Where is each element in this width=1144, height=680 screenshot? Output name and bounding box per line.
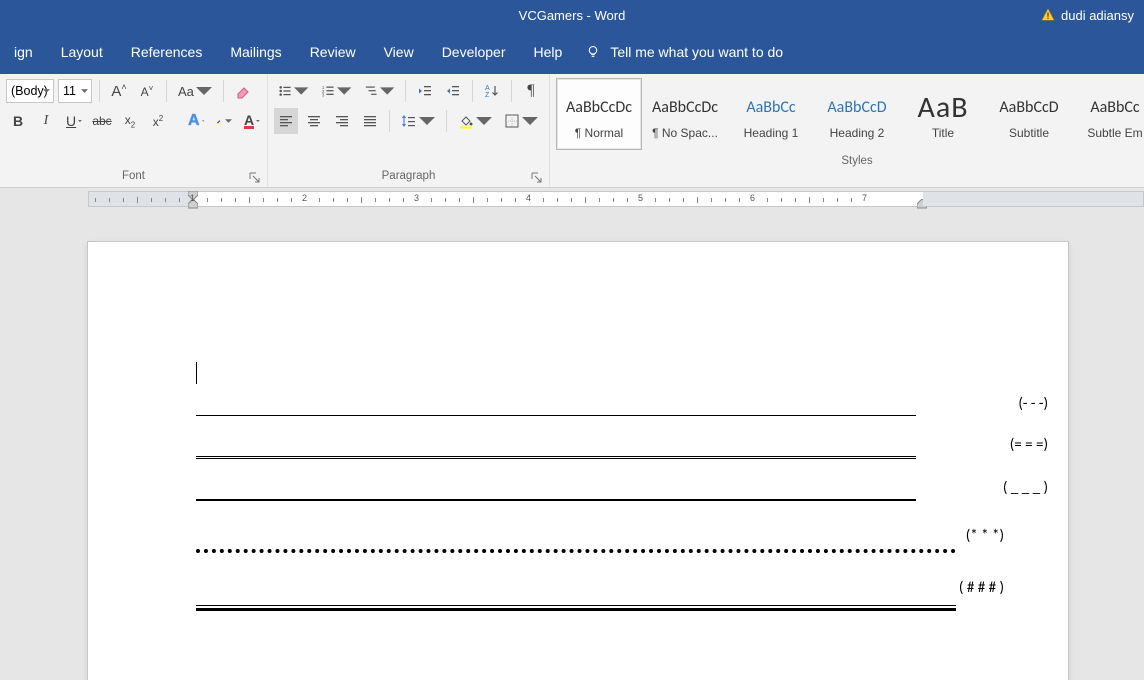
style-item--no-spac-[interactable]: AaBbCcDc¶ No Spac... bbox=[642, 78, 728, 150]
styles-group: AaBbCcDc¶ NormalAaBbCcDc¶ No Spac...AaBb… bbox=[550, 74, 1144, 187]
svg-text:3: 3 bbox=[322, 92, 325, 97]
paragraph-group: 123 AZ ¶ Paragraph bbox=[268, 74, 550, 187]
align-center-icon bbox=[306, 113, 322, 129]
show-marks-button[interactable]: ¶ bbox=[519, 78, 543, 104]
align-right-icon bbox=[334, 113, 350, 129]
style-item-title[interactable]: AaBTitle bbox=[900, 78, 986, 150]
style-item-subtitle[interactable]: AaBbCcDSubtitle bbox=[986, 78, 1072, 150]
change-case-button[interactable]: Aa bbox=[174, 78, 216, 104]
style-item--normal[interactable]: AaBbCcDc¶ Normal bbox=[556, 78, 642, 150]
underline-button[interactable]: U bbox=[62, 108, 86, 134]
dialog-launcher-icon[interactable] bbox=[531, 172, 543, 184]
text-effects-button[interactable]: A bbox=[184, 108, 208, 134]
strikethrough-button[interactable]: abc bbox=[90, 108, 114, 134]
numbering-icon: 123 bbox=[321, 83, 335, 99]
font-name-select[interactable]: (Body) bbox=[6, 79, 54, 103]
sort-button[interactable]: AZ bbox=[480, 78, 504, 104]
clear-formatting-button[interactable] bbox=[231, 78, 255, 104]
shrink-font-button[interactable]: A˅ bbox=[135, 78, 159, 104]
ribbon-tabs: ign Layout References Mailings Review Vi… bbox=[0, 30, 1144, 74]
tab-mailings[interactable]: Mailings bbox=[216, 30, 295, 74]
align-left-icon bbox=[278, 113, 294, 129]
grow-font-button[interactable]: A˄ bbox=[107, 78, 131, 104]
eraser-icon bbox=[235, 83, 251, 99]
user-name: dudi adiansy bbox=[1061, 8, 1134, 23]
bullets-button[interactable] bbox=[274, 78, 313, 104]
title-bar: VCGamers - Word dudi adiansy bbox=[0, 0, 1144, 30]
justify-icon bbox=[362, 113, 378, 129]
outdent-icon bbox=[417, 83, 433, 99]
indent-icon bbox=[445, 83, 461, 99]
font-size-select[interactable]: 11 bbox=[58, 79, 92, 103]
align-left-button[interactable] bbox=[274, 108, 298, 134]
page[interactable]: (- - -) (= = =) ( _ _ _ ) (* * *) ( # # … bbox=[88, 242, 1068, 680]
line-spacing-button[interactable] bbox=[397, 108, 439, 134]
lightbulb-icon bbox=[586, 45, 600, 59]
tab-view[interactable]: View bbox=[370, 30, 428, 74]
italic-button[interactable]: I bbox=[34, 108, 58, 134]
border-annotation: (- - -) bbox=[1018, 395, 1048, 413]
ribbon: (Body) 11 A˄ A˅ Aa B I bbox=[0, 74, 1144, 188]
style-item-subtle-em[interactable]: AaBbCcSubtle Em bbox=[1072, 78, 1144, 150]
border-triple bbox=[196, 605, 956, 611]
window-title: VCGamers - Word bbox=[519, 8, 626, 23]
text-cursor bbox=[196, 362, 197, 384]
tab-layout[interactable]: Layout bbox=[47, 30, 117, 74]
tab-help[interactable]: Help bbox=[520, 30, 577, 74]
font-group-label: Font bbox=[122, 170, 145, 182]
multilevel-list-button[interactable] bbox=[360, 78, 399, 104]
borders-icon bbox=[504, 113, 520, 129]
border-annotation: ( _ _ _ ) bbox=[1003, 479, 1048, 497]
borders-button[interactable] bbox=[500, 108, 542, 134]
sort-icon: AZ bbox=[484, 83, 500, 99]
border-annotation: (* * *) bbox=[966, 527, 1004, 545]
tab-review[interactable]: Review bbox=[296, 30, 370, 74]
paint-bucket-icon bbox=[458, 113, 474, 129]
increase-indent-button[interactable] bbox=[441, 78, 465, 104]
tab-references[interactable]: References bbox=[117, 30, 217, 74]
subscript-button[interactable]: x2 bbox=[118, 108, 142, 134]
highlight-button[interactable] bbox=[212, 108, 236, 134]
border-double bbox=[196, 456, 916, 459]
align-center-button[interactable] bbox=[302, 108, 326, 134]
document-area[interactable]: (- - -) (= = =) ( _ _ _ ) (* * *) ( # # … bbox=[0, 210, 1144, 680]
shading-button[interactable] bbox=[454, 108, 496, 134]
tab-design[interactable]: ign bbox=[0, 30, 47, 74]
ruler[interactable]: 1234567 bbox=[0, 188, 1144, 210]
paragraph-group-label: Paragraph bbox=[382, 170, 436, 182]
multilevel-icon bbox=[364, 83, 378, 99]
account-button[interactable]: dudi adiansy bbox=[1031, 0, 1144, 30]
justify-button[interactable] bbox=[358, 108, 382, 134]
chevron-down-icon bbox=[43, 89, 50, 93]
tell-me-search[interactable]: Tell me what you want to do bbox=[586, 44, 783, 60]
superscript-button[interactable]: x2 bbox=[146, 108, 170, 134]
chevron-down-icon bbox=[81, 89, 88, 93]
border-annotation: (= = =) bbox=[1010, 436, 1048, 454]
align-right-button[interactable] bbox=[330, 108, 354, 134]
warning-icon bbox=[1041, 8, 1055, 22]
font-color-button[interactable]: A bbox=[240, 108, 264, 134]
border-dotted bbox=[196, 549, 956, 553]
styles-gallery[interactable]: AaBbCcDc¶ NormalAaBbCcDc¶ No Spac...AaBb… bbox=[550, 74, 1144, 150]
highlighter-icon bbox=[216, 113, 223, 129]
svg-text:Z: Z bbox=[485, 92, 490, 99]
svg-text:A: A bbox=[485, 85, 490, 92]
bold-button[interactable]: B bbox=[6, 108, 30, 134]
line-spacing-icon bbox=[401, 113, 417, 129]
bullets-icon bbox=[278, 83, 292, 99]
border-thin bbox=[196, 415, 916, 416]
style-item-heading-2[interactable]: AaBbCcDHeading 2 bbox=[814, 78, 900, 150]
border-annotation: ( # # # ) bbox=[959, 579, 1004, 597]
decrease-indent-button[interactable] bbox=[413, 78, 437, 104]
font-group: (Body) 11 A˄ A˅ Aa B I bbox=[0, 74, 268, 187]
dialog-launcher-icon[interactable] bbox=[249, 172, 261, 184]
numbering-button[interactable]: 123 bbox=[317, 78, 356, 104]
styles-group-label: Styles bbox=[841, 155, 872, 167]
style-item-heading-1[interactable]: AaBbCcHeading 1 bbox=[728, 78, 814, 150]
border-thick bbox=[196, 499, 916, 501]
tab-developer[interactable]: Developer bbox=[428, 30, 520, 74]
